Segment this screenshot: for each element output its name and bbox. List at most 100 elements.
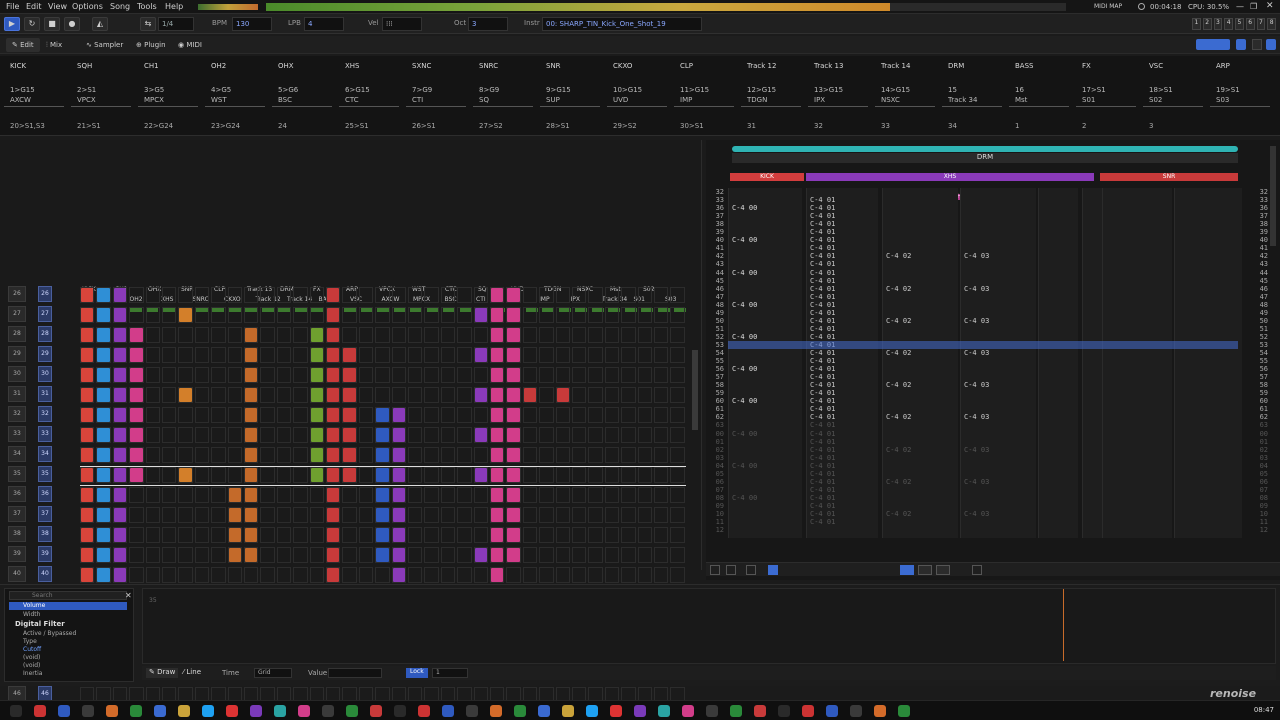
matrix-pattern-block[interactable]	[507, 488, 520, 502]
matrix-sequence-number[interactable]: 35	[8, 466, 26, 482]
matrix-pattern-block[interactable]	[491, 348, 504, 362]
matrix-slot[interactable]	[227, 447, 242, 463]
matrix-slot[interactable]	[194, 387, 210, 403]
matrix-slot[interactable]	[588, 427, 603, 443]
automation-editor[interactable]: 35	[142, 588, 1276, 664]
matrix-slot[interactable]	[604, 567, 620, 583]
param-item-void-2[interactable]: (void)	[9, 662, 40, 669]
matrix-slot[interactable]	[572, 347, 587, 363]
matrix-slot[interactable]	[637, 547, 652, 563]
matrix-pattern-block[interactable]	[327, 428, 340, 442]
matrix-slot[interactable]	[457, 387, 472, 403]
matrix-slot[interactable]	[227, 427, 242, 443]
matrix-slot[interactable]	[457, 487, 472, 503]
matrix-slot[interactable]	[408, 507, 423, 523]
matrix-slot[interactable]	[604, 307, 620, 323]
matrix-slot[interactable]	[194, 567, 210, 583]
matrix-slot[interactable]	[227, 567, 242, 583]
matrix-slot[interactable]	[194, 307, 210, 323]
matrix-slot[interactable]	[211, 507, 226, 523]
matrix-slot[interactable]	[162, 407, 177, 423]
matrix-slot[interactable]	[621, 507, 636, 523]
matrix-slot[interactable]	[358, 547, 374, 563]
taskbar-app-icon[interactable]	[298, 705, 310, 717]
matrix-slot[interactable]	[539, 547, 554, 563]
matrix-slot[interactable]	[637, 287, 652, 303]
pattern-note-sqh[interactable]: C-4 01	[810, 269, 835, 277]
matrix-slot[interactable]	[408, 287, 423, 303]
matrix-slot[interactable]	[276, 447, 292, 463]
lpb-field[interactable]: 4	[304, 17, 344, 31]
matrix-pattern-block[interactable]	[113, 308, 127, 322]
taskbar-app-icon[interactable]	[538, 705, 550, 717]
matrix-slot[interactable]	[637, 427, 652, 443]
pattern-note-sqh[interactable]: C-4 01	[810, 430, 835, 438]
matrix-slot[interactable]	[424, 367, 439, 383]
matrix-slot[interactable]	[211, 367, 226, 383]
taskbar-app-icon[interactable]	[634, 705, 646, 717]
pattern-note-oh2[interactable]: C-4 03	[964, 285, 989, 293]
matrix-slot[interactable]	[227, 407, 242, 423]
matrix-slot[interactable]	[654, 347, 669, 363]
matrix-slot[interactable]	[621, 387, 636, 403]
scope-cell[interactable]: SNR 9>G15 SUP 28>S1	[540, 56, 604, 136]
matrix-pattern-block[interactable]	[81, 508, 94, 522]
matrix-slot[interactable]	[276, 367, 292, 383]
matrix-slot[interactable]	[670, 527, 685, 543]
matrix-pattern-block[interactable]	[81, 388, 94, 402]
matrix-slot[interactable]	[194, 327, 210, 343]
matrix-slot[interactable]	[227, 287, 242, 303]
matrix-slot[interactable]	[555, 527, 570, 543]
pattern-note-ch1[interactable]: C-4 02	[886, 413, 911, 421]
matrix-slot[interactable]	[473, 327, 488, 343]
matrix-slot[interactable]	[129, 527, 144, 543]
matrix-slot[interactable]	[440, 387, 456, 403]
matrix-slot[interactable]	[555, 307, 570, 323]
pattern-note-sqh[interactable]: C-4 01	[810, 462, 835, 470]
matrix-scrollbar[interactable]	[692, 350, 698, 430]
matrix-slot[interactable]	[670, 347, 685, 363]
matrix-pattern-block[interactable]	[97, 328, 110, 342]
scope-cell[interactable]: KICK 1>G15 AXCW 20>S1,S3	[4, 56, 68, 136]
scope-cell[interactable]: Track 12 12>G15 TDGN 31	[741, 56, 805, 136]
matrix-pattern-number[interactable]: 30	[38, 366, 52, 382]
bpm-field[interactable]: 130	[232, 17, 272, 31]
pattern-note-sqh[interactable]: C-4 01	[810, 373, 835, 381]
pattern-note-sqh[interactable]: C-4 01	[810, 285, 835, 293]
matrix-pattern-block[interactable]	[327, 488, 340, 502]
pattern-tool-icon-6[interactable]	[918, 565, 932, 575]
panel-toggle-2[interactable]	[1252, 39, 1262, 50]
matrix-slot[interactable]	[670, 547, 685, 563]
matrix-slot[interactable]	[440, 447, 456, 463]
matrix-pattern-block[interactable]	[343, 428, 356, 442]
matrix-slot[interactable]	[293, 327, 308, 343]
matrix-slot[interactable]	[637, 307, 652, 323]
pattern-note-sqh[interactable]: C-4 01	[810, 486, 835, 494]
matrix-slot[interactable]	[440, 327, 456, 343]
scope-cell[interactable]: CH1 3>G5 MPCX 22>G24	[138, 56, 202, 136]
matrix-slot[interactable]	[358, 347, 374, 363]
matrix-slot[interactable]	[621, 567, 636, 583]
pattern-note-sqh[interactable]: C-4 01	[810, 196, 835, 204]
matrix-slot[interactable]	[522, 527, 538, 543]
matrix-slot[interactable]	[145, 527, 160, 543]
matrix-slot[interactable]	[572, 407, 587, 423]
matrix-pattern-block[interactable]	[97, 448, 110, 462]
matrix-pattern-block[interactable]	[228, 528, 241, 542]
matrix-slot[interactable]	[293, 427, 308, 443]
matrix-slot[interactable]	[260, 287, 275, 303]
matrix-pattern-block[interactable]	[491, 548, 504, 562]
param-item-volume[interactable]: Volume	[9, 602, 127, 610]
matrix-pattern-block[interactable]	[491, 408, 504, 422]
pattern-tool-icon-1[interactable]	[710, 565, 720, 575]
pattern-note-oh2[interactable]: C-4 03	[964, 478, 989, 486]
matrix-slot[interactable]	[473, 527, 488, 543]
matrix-slot[interactable]	[572, 307, 587, 323]
pattern-note-sqh[interactable]: C-4 01	[810, 397, 835, 405]
pattern-note-oh2[interactable]: C-4 03	[964, 446, 989, 454]
matrix-slot[interactable]	[145, 427, 160, 443]
pattern-note-sqh[interactable]: C-4 01	[810, 470, 835, 478]
matrix-pattern-block[interactable]	[327, 288, 340, 302]
pattern-note-kick[interactable]: C-4 00	[732, 204, 757, 212]
pattern-note-sqh[interactable]: C-4 01	[810, 293, 835, 301]
